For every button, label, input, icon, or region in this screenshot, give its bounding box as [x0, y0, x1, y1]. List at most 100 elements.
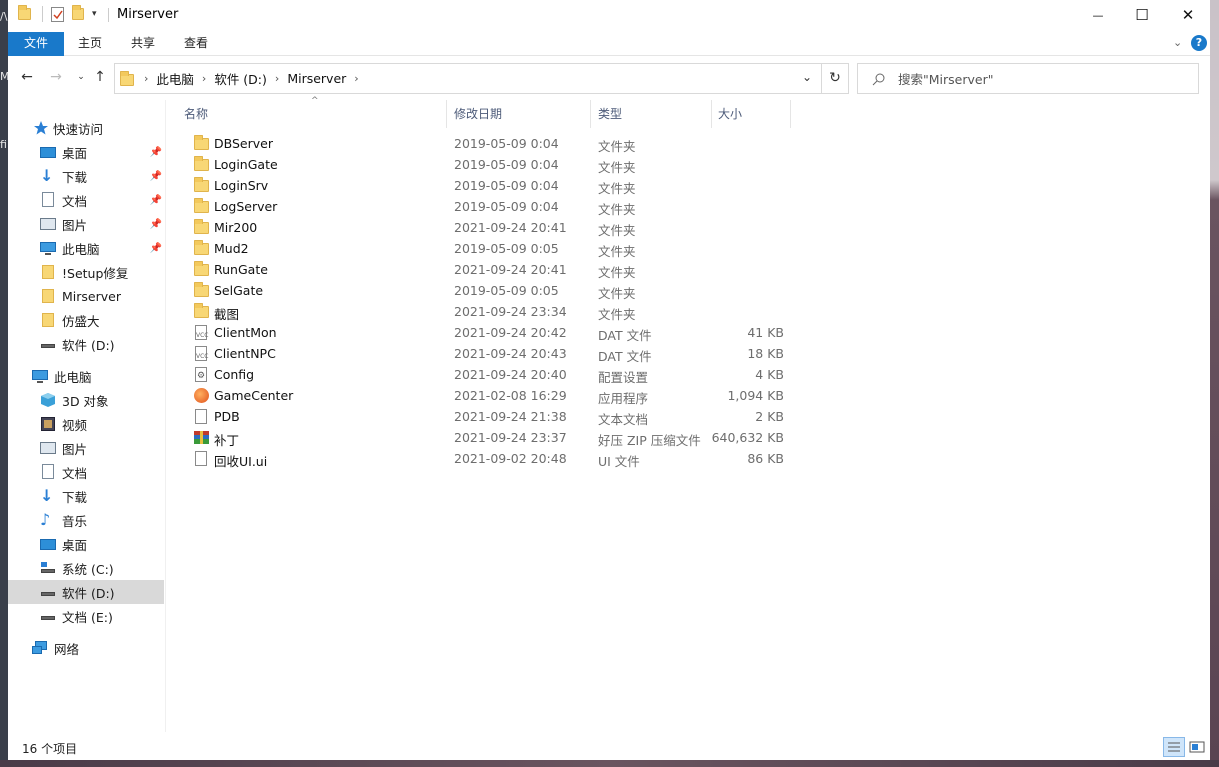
tab-file[interactable]: 文件 — [8, 32, 64, 56]
sidebar-item-drive-e[interactable]: 文档 (E:) — [8, 604, 164, 628]
sidebar-item-drive-d-pinned[interactable]: 软件 (D:) — [8, 332, 164, 356]
sidebar-item-quick-access[interactable]: 快速访问 — [8, 116, 164, 140]
file-row[interactable]: DBServer 2019-05-09 0:04 文件夹 — [186, 133, 786, 154]
desktop-icon — [40, 144, 56, 160]
file-row[interactable]: 回收UI.ui 2021-09-02 20:48 UI 文件 86 KB — [186, 448, 786, 469]
details-view-button[interactable] — [1163, 737, 1185, 757]
file-date: 2021-09-02 20:48 — [454, 451, 567, 466]
file-row[interactable]: 补丁 2021-09-24 23:37 好压 ZIP 压缩文件 640,632 KB — [186, 427, 786, 448]
sidebar-item-music[interactable]: ♪ 音乐 — [8, 508, 164, 532]
file-row[interactable]: 截图 2021-09-24 23:34 文件夹 — [186, 301, 786, 322]
minimize-icon: — — [1092, 8, 1104, 22]
address-bar[interactable]: › 此电脑 › 软件 (D:) › Mirserver › ⌄ ↻ — [114, 63, 849, 94]
dat-file-icon: VCC — [194, 325, 209, 340]
sidebar-item-network[interactable]: 网络 — [8, 636, 164, 660]
back-button[interactable]: ← — [18, 69, 36, 85]
sidebar-item-label: 软件 (D:) — [62, 337, 115, 353]
file-name: 截图 — [214, 307, 240, 322]
tab-view[interactable]: 查看 — [170, 32, 222, 56]
pin-icon[interactable]: 📌 — [150, 243, 162, 254]
column-divider[interactable] — [790, 100, 791, 128]
sidebar-item-pictures[interactable]: 图片 📌 — [8, 212, 164, 236]
column-header-type[interactable]: 类型 — [592, 100, 710, 128]
search-box[interactable]: 搜索"Mirserver" — [857, 63, 1199, 94]
breadcrumb-this-pc[interactable]: 此电脑 — [156, 69, 194, 88]
sidebar-item-videos[interactable]: 视频 — [8, 412, 164, 436]
sidebar-item-desktop-pc[interactable]: 桌面 — [8, 532, 164, 556]
title-divider — [108, 8, 109, 22]
pin-icon[interactable]: 📌 — [150, 147, 162, 158]
sidebar-item-drive-c[interactable]: 系统 (C:) — [8, 556, 164, 580]
sidebar-item-this-pc[interactable]: 此电脑 — [8, 364, 164, 388]
large-icons-view-button[interactable] — [1188, 738, 1206, 756]
tab-home[interactable]: 主页 — [64, 32, 116, 56]
download-icon: ↓ — [40, 486, 54, 505]
file-row[interactable]: SelGate 2019-05-09 0:05 文件夹 — [186, 280, 786, 301]
file-row[interactable]: PDB 2021-09-24 21:38 文本文档 2 KB — [186, 406, 786, 427]
sidebar-item-downloads-pc[interactable]: ↓ 下载 — [8, 484, 164, 508]
file-row[interactable]: RunGate 2021-09-24 20:41 文件夹 — [186, 259, 786, 280]
tab-share[interactable]: 共享 — [117, 32, 169, 56]
sidebar-item-desktop[interactable]: 桌面 📌 — [8, 140, 164, 164]
file-row[interactable]: LogServer 2019-05-09 0:04 文件夹 — [186, 196, 786, 217]
file-row[interactable]: GameCenter 2021-02-08 16:29 应用程序 1,094 KB — [186, 385, 786, 406]
refresh-button[interactable]: ↻ — [821, 64, 848, 93]
column-divider[interactable] — [446, 100, 447, 128]
file-row[interactable]: LoginGate 2019-05-09 0:04 文件夹 — [186, 154, 786, 175]
sidebar-item-label: 网络 — [54, 641, 80, 657]
close-button[interactable]: ✕ — [1165, 0, 1211, 30]
sidebar-item-mirserver[interactable]: Mirserver — [8, 284, 164, 308]
folder-icon[interactable] — [18, 5, 34, 22]
sidebar-item-label: 文档 — [62, 465, 88, 481]
recent-locations-icon[interactable]: ⌄ — [72, 72, 90, 82]
file-row[interactable]: VCC ClientNPC 2021-09-24 20:43 DAT 文件 18 KB — [186, 343, 786, 364]
customize-toolbar-icon[interactable]: ▾ — [92, 9, 97, 19]
folder-icon — [40, 312, 56, 328]
column-header-date[interactable]: 修改日期 — [448, 100, 590, 128]
sidebar-item-fangshengda[interactable]: 仿盛大 — [8, 308, 164, 332]
sidebar-item-documents[interactable]: 文档 📌 — [8, 188, 164, 212]
file-row[interactable]: VCC ClientMon 2021-09-24 20:42 DAT 文件 41 KB — [186, 322, 786, 343]
picture-icon — [40, 216, 56, 232]
help-icon[interactable]: ? — [1191, 35, 1207, 51]
sidebar-item-documents-pc[interactable]: 文档 — [8, 460, 164, 484]
pin-icon[interactable]: 📌 — [150, 171, 162, 182]
dat-file-icon: VCC — [194, 346, 209, 361]
breadcrumb-separator-icon[interactable]: › — [354, 72, 358, 85]
file-name: ClientNPC — [214, 346, 276, 361]
column-divider[interactable] — [590, 100, 591, 128]
column-header-size[interactable]: 大小 — [712, 100, 790, 128]
video-icon — [40, 416, 56, 432]
pin-icon[interactable]: 📌 — [150, 195, 162, 206]
sidebar-item-3d-objects[interactable]: 3D 对象 — [8, 388, 164, 412]
sidebar-item-pictures-pc[interactable]: 图片 — [8, 436, 164, 460]
breadcrumb-separator-icon[interactable]: › — [202, 72, 206, 85]
sidebar-item-downloads[interactable]: ↓ 下载 📌 — [8, 164, 164, 188]
breadcrumb-drive-d[interactable]: 软件 (D:) — [214, 69, 267, 88]
column-header-name[interactable]: 名称 — [178, 100, 444, 128]
file-row[interactable]: ⚙ Config 2021-09-24 20:40 配置设置 4 KB — [186, 364, 786, 385]
desktop-fragment: /\ — [0, 10, 8, 23]
sidebar-item-setup-repair[interactable]: !Setup修复 — [8, 260, 164, 284]
breadcrumb-separator-icon[interactable]: › — [144, 72, 148, 85]
up-button[interactable]: ↑ — [91, 69, 109, 85]
folder-icon — [194, 156, 209, 172]
expand-ribbon-icon[interactable]: ⌄ — [1173, 36, 1182, 49]
file-row[interactable]: Mud2 2019-05-09 0:05 文件夹 — [186, 238, 786, 259]
breadcrumb-separator-icon[interactable]: › — [275, 72, 279, 85]
sidebar-item-drive-d[interactable]: 软件 (D:) — [8, 580, 164, 604]
document-icon — [40, 192, 56, 208]
system-drive-icon — [40, 560, 56, 576]
new-folder-icon[interactable] — [72, 5, 88, 22]
breadcrumb-mirserver[interactable]: Mirserver — [287, 71, 346, 86]
sidebar-item-this-pc-pinned[interactable]: 此电脑 📌 — [8, 236, 164, 260]
minimize-button[interactable]: — — [1075, 0, 1121, 30]
pin-icon[interactable]: 📌 — [150, 219, 162, 230]
properties-icon[interactable] — [51, 6, 64, 22]
forward-button[interactable]: → — [47, 69, 65, 85]
maximize-button[interactable]: ☐ — [1119, 0, 1165, 30]
file-type: 文件夹 — [598, 265, 636, 280]
file-row[interactable]: Mir200 2021-09-24 20:41 文件夹 — [186, 217, 786, 238]
file-row[interactable]: LoginSrv 2019-05-09 0:04 文件夹 — [186, 175, 786, 196]
address-dropdown-icon[interactable]: ⌄ — [802, 70, 812, 84]
